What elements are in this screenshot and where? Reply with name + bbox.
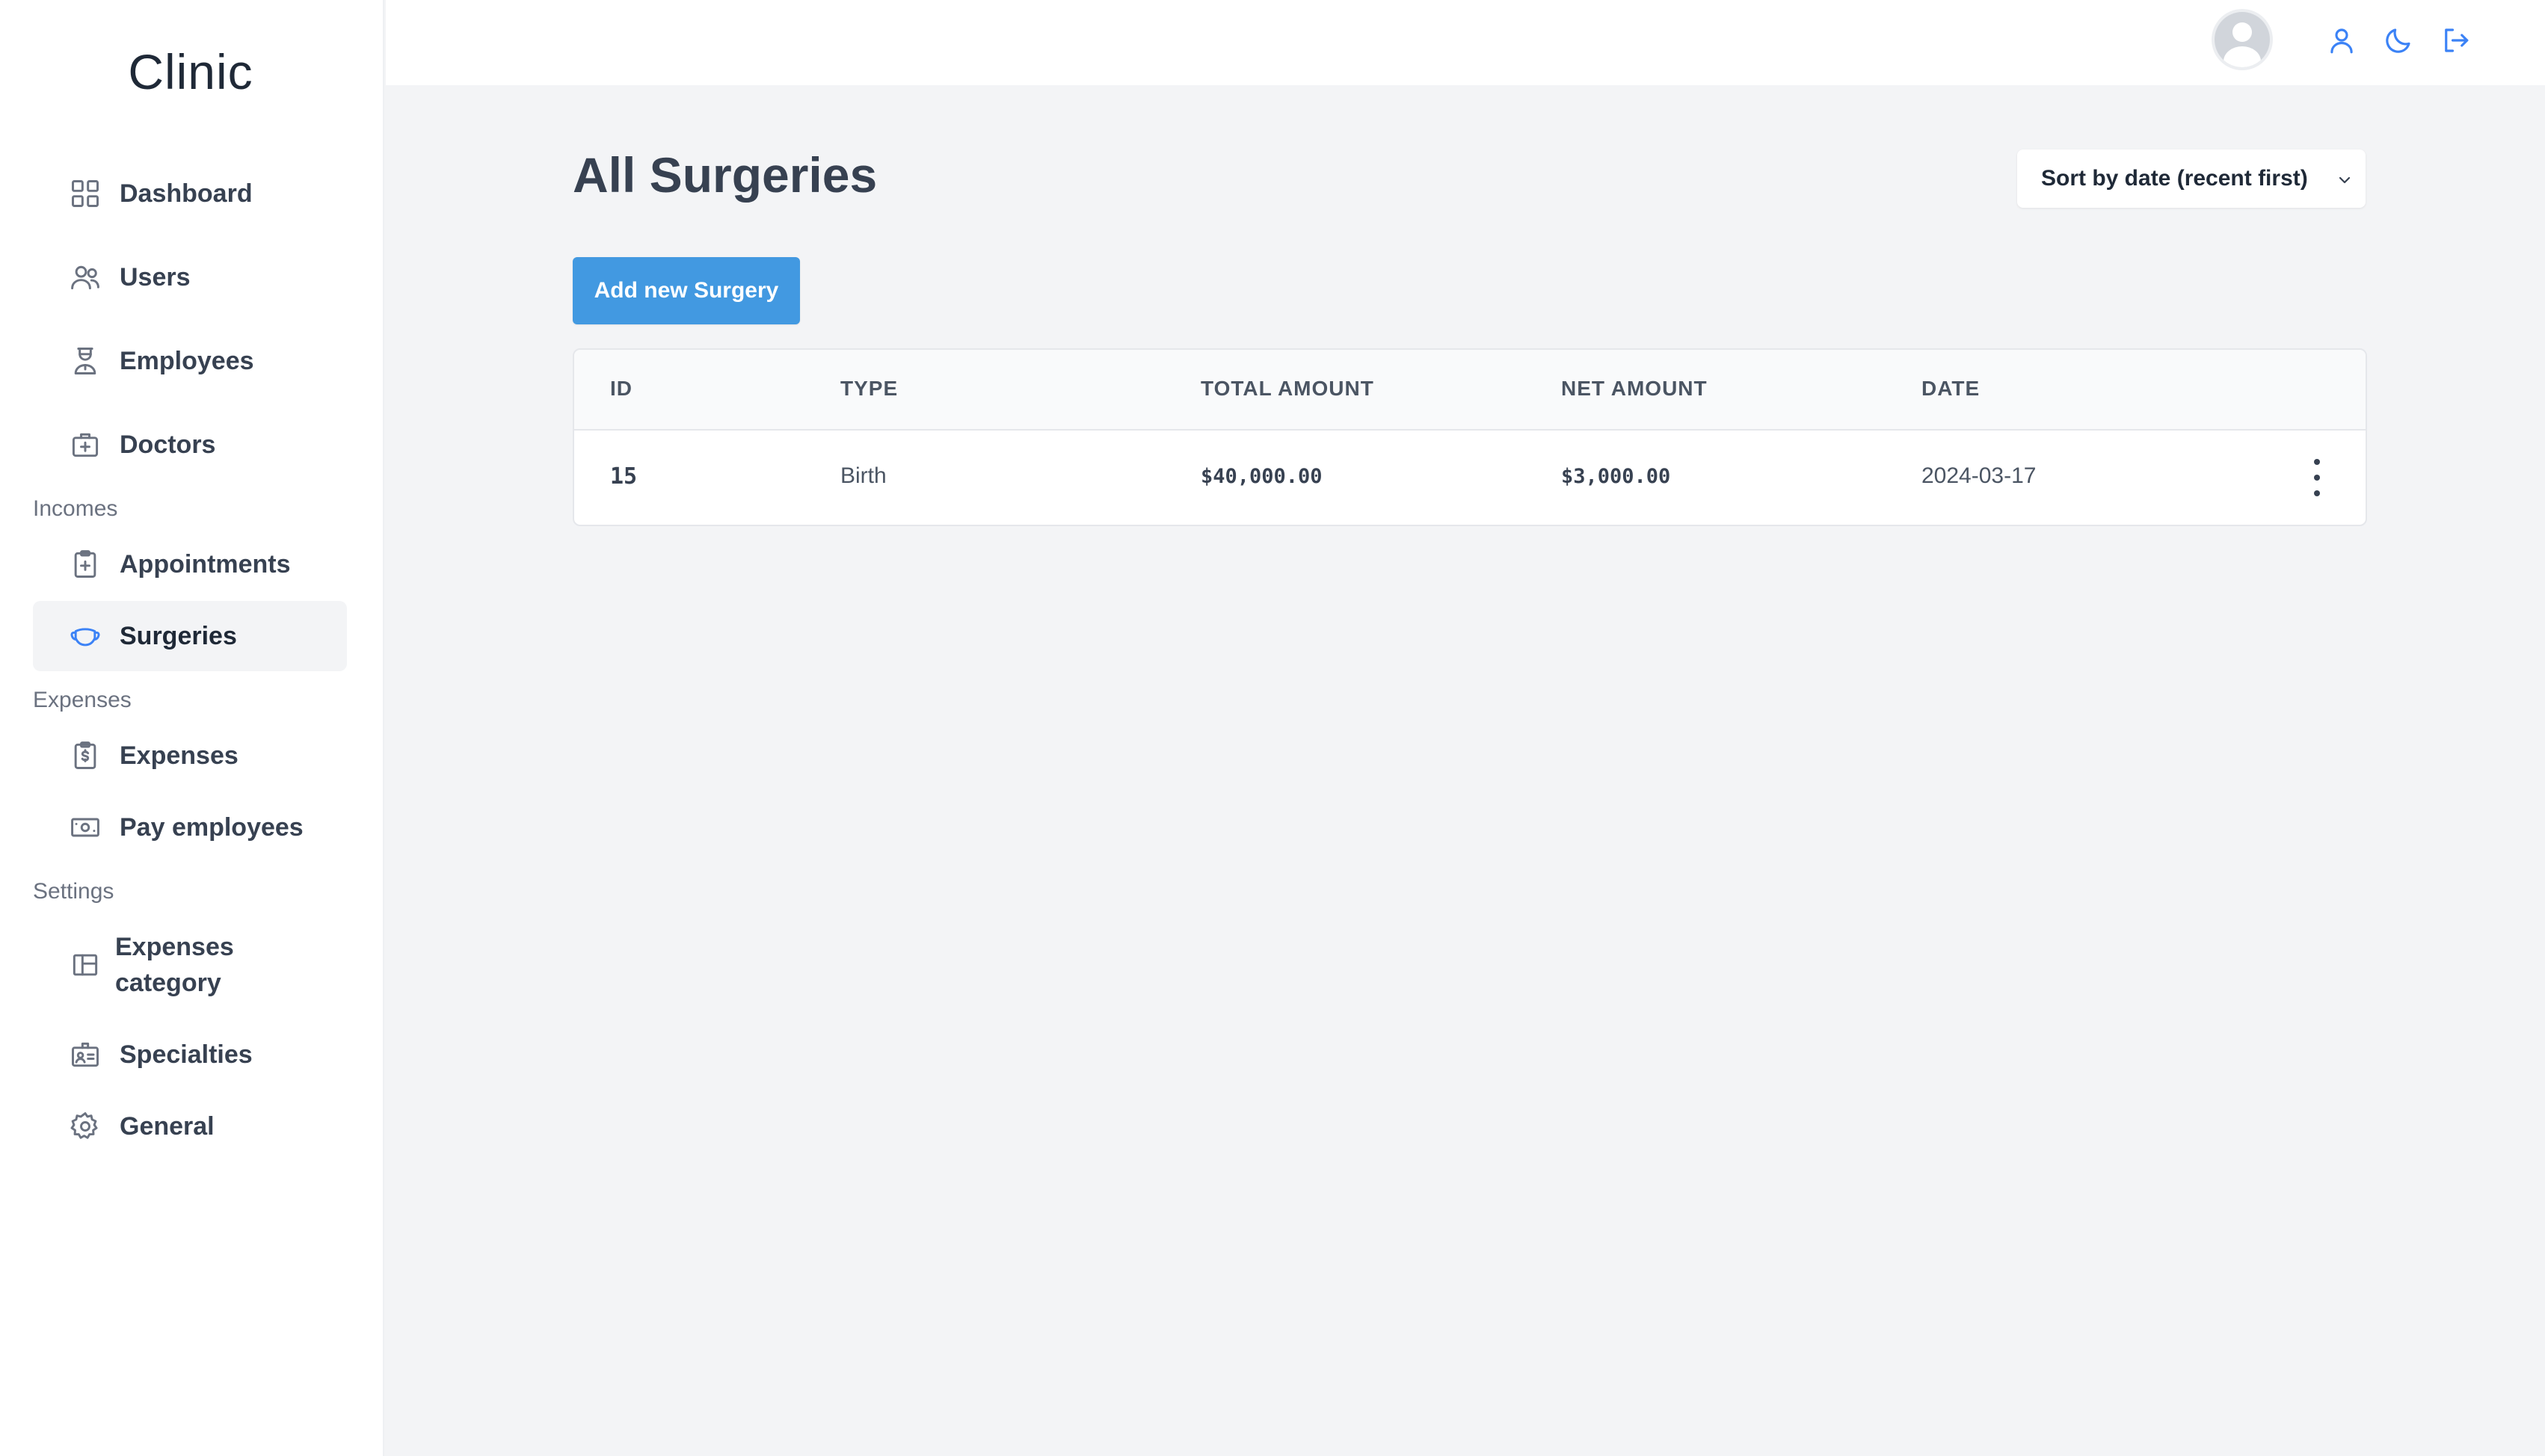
sidebar-item-surgeries[interactable]: Surgeries xyxy=(33,601,347,671)
sidebar-item-expenses-category[interactable]: Expenses category xyxy=(33,913,347,1017)
sidebar-item-label: Surgeries xyxy=(120,622,237,650)
table-row[interactable]: 15 Birth $40,000.00 $3,000.00 2024-03-17 xyxy=(574,431,2366,525)
cell-id: 15 xyxy=(610,463,638,490)
dashboard-grid-icon xyxy=(69,177,102,210)
table-header: ID TYPE TOTAL AMOUNT NET AMOUNT DATE xyxy=(574,350,2366,431)
sidebar-item-pay-employees[interactable]: Pay employees xyxy=(33,792,347,863)
clipboard-plus-icon xyxy=(69,548,102,581)
gear-icon xyxy=(69,1110,102,1143)
sidebar-item-general[interactable]: General xyxy=(33,1091,347,1162)
column-header-net-amount: NET AMOUNT xyxy=(1561,377,1708,400)
cell-date: 2024-03-17 xyxy=(1921,463,2037,488)
column-header-date: DATE xyxy=(1921,377,1981,400)
sidebar-item-label: General xyxy=(120,1112,215,1141)
user-icon[interactable] xyxy=(2325,24,2358,57)
sidebar: Clinic Dashboard Users Employees Doctors… xyxy=(0,0,384,1456)
sidebar-item-label: Employees xyxy=(120,347,254,375)
cell-net-amount: $3,000.00 xyxy=(1561,465,1671,488)
sidebar-item-label: Expenses xyxy=(120,741,239,770)
medical-bag-icon xyxy=(69,428,102,461)
surgeries-table: ID TYPE TOTAL AMOUNT NET AMOUNT DATE 15 … xyxy=(573,348,2367,526)
sidebar-item-users[interactable]: Users xyxy=(33,242,347,312)
moon-icon[interactable] xyxy=(2382,24,2415,57)
sidebar-item-doctors[interactable]: Doctors xyxy=(33,410,347,480)
avatar[interactable] xyxy=(2215,12,2270,67)
section-title-settings: Settings xyxy=(33,879,114,904)
sidebar-item-label: Dashboard xyxy=(120,179,253,208)
layout-panel-icon xyxy=(69,948,102,981)
cell-type: Birth xyxy=(840,463,887,488)
add-surgery-button[interactable]: Add new Surgery xyxy=(573,257,800,324)
sidebar-item-label: Specialties xyxy=(120,1040,253,1069)
row-actions-menu-icon[interactable] xyxy=(2306,459,2328,496)
sort-select[interactable]: Sort by date (recent first) xyxy=(2017,149,2366,208)
column-header-id: ID xyxy=(610,377,633,400)
section-title-incomes: Incomes xyxy=(33,496,118,521)
sidebar-item-label: Pay employees xyxy=(120,813,304,842)
employee-icon xyxy=(69,345,102,377)
app-logo: Clinic xyxy=(128,44,253,99)
sidebar-item-dashboard[interactable]: Dashboard xyxy=(33,158,347,229)
sidebar-item-appointments[interactable]: Appointments xyxy=(33,529,347,599)
column-header-type: TYPE xyxy=(840,377,899,400)
sidebar-item-expenses[interactable]: Expenses xyxy=(33,721,347,791)
column-header-total-amount: TOTAL AMOUNT xyxy=(1201,377,1374,400)
sidebar-item-label: Appointments xyxy=(120,550,291,579)
section-title-expenses: Expenses xyxy=(33,688,132,712)
sidebar-item-employees[interactable]: Employees xyxy=(33,326,347,396)
surgical-mask-icon xyxy=(69,620,102,653)
cell-total-amount: $40,000.00 xyxy=(1201,465,1323,488)
sidebar-item-label: Users xyxy=(120,263,191,291)
chevron-down-icon xyxy=(2336,170,2354,188)
sidebar-item-label: Doctors xyxy=(120,431,216,459)
sidebar-item-specialties[interactable]: Specialties xyxy=(33,1019,347,1090)
sidebar-item-label: Expenses category xyxy=(115,933,234,997)
id-badge-icon xyxy=(69,1038,102,1071)
clipboard-dollar-icon xyxy=(69,739,102,772)
sort-select-value: Sort by date (recent first) xyxy=(2041,166,2308,191)
banknote-icon xyxy=(69,811,102,844)
logout-icon[interactable] xyxy=(2439,24,2472,57)
users-icon xyxy=(69,261,102,294)
page-title: All Surgeries xyxy=(573,147,878,203)
